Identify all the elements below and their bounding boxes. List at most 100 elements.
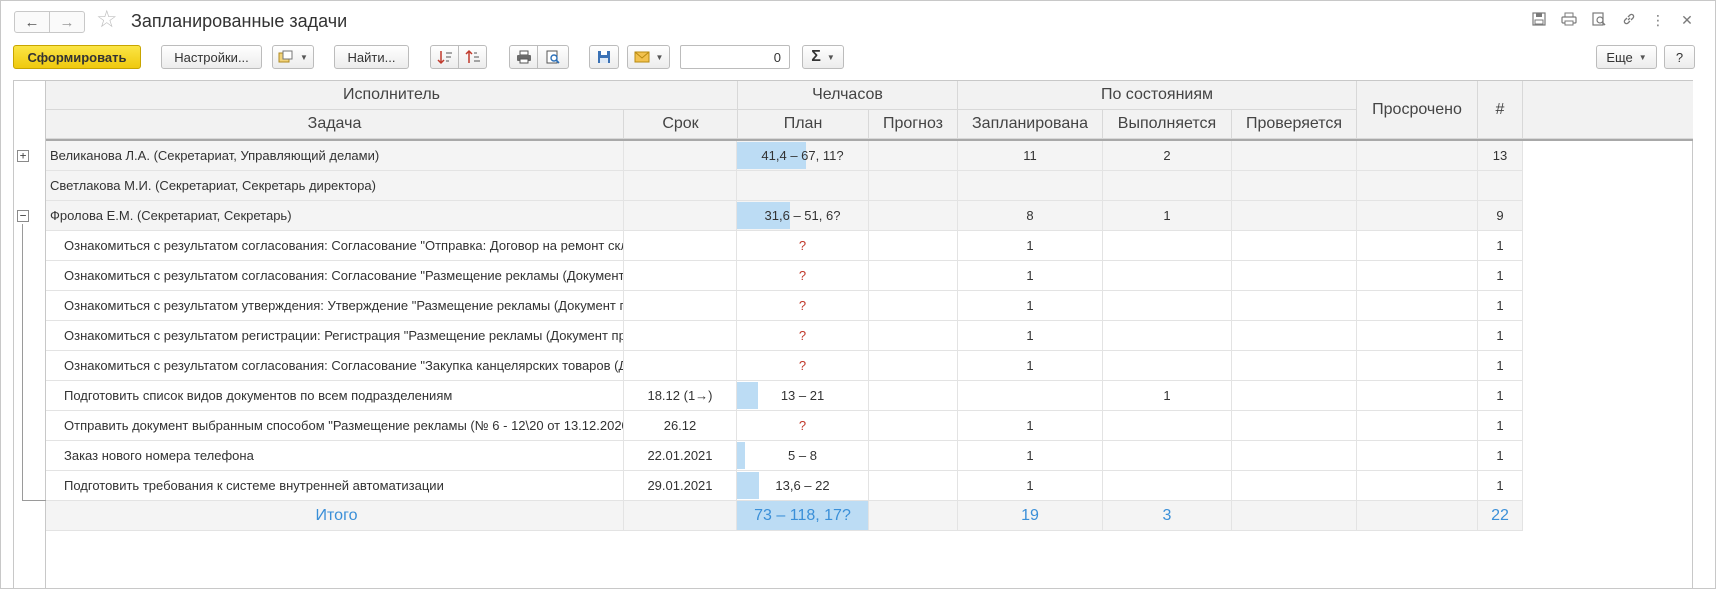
count-cell[interactable]: 1 <box>1478 261 1523 290</box>
help-button[interactable]: ? <box>1664 45 1695 69</box>
header-deadline[interactable]: Срок <box>624 110 738 139</box>
deadline-cell[interactable]: 26.12 <box>624 411 737 440</box>
print-button[interactable] <box>509 45 538 69</box>
header-count[interactable]: # <box>1478 81 1523 139</box>
task-row[interactable]: Подготовить требования к системе внутрен… <box>46 471 1523 501</box>
planned-cell[interactable]: 1 <box>958 471 1103 500</box>
executor-name[interactable]: Фролова Е.М. (Секретариат, Секретарь) <box>46 201 624 230</box>
plan-cell[interactable]: ? <box>737 231 869 260</box>
planned-cell[interactable]: 8 <box>958 201 1103 230</box>
back-button[interactable]: ← <box>14 11 50 33</box>
in-progress-cell[interactable] <box>1103 171 1232 200</box>
checking-cell[interactable] <box>1232 261 1357 290</box>
forward-button[interactable]: → <box>49 11 85 33</box>
count-cell[interactable]: 1 <box>1478 351 1523 380</box>
in-progress-cell[interactable]: 1 <box>1103 201 1232 230</box>
task-name[interactable]: Заказ нового номера телефона <box>46 441 624 470</box>
overdue-cell[interactable] <box>1357 201 1478 230</box>
sort-asc-button[interactable] <box>430 45 459 69</box>
count-cell[interactable]: 1 <box>1478 291 1523 320</box>
plan-cell[interactable]: ? <box>737 261 869 290</box>
count-cell[interactable]: 1 <box>1478 471 1523 500</box>
header-overdue[interactable]: Просрочено <box>1357 81 1478 139</box>
in-progress-cell[interactable] <box>1103 471 1232 500</box>
send-mail-button[interactable]: ▼ <box>627 45 670 69</box>
variant-button[interactable]: ▼ <box>272 45 314 69</box>
deadline-cell[interactable]: 18.12 (1→) <box>624 381 737 410</box>
group-row[interactable]: Светлакова М.И. (Секретариат, Секретарь … <box>46 171 1523 201</box>
plan-cell[interactable]: ? <box>737 291 869 320</box>
count-cell[interactable] <box>1478 171 1523 200</box>
count-cell[interactable]: 1 <box>1478 231 1523 260</box>
planned-cell[interactable]: 1 <box>958 231 1103 260</box>
header-in-progress[interactable]: Выполняется <box>1103 110 1232 139</box>
settings-button[interactable]: Настройки... <box>161 45 262 69</box>
deadline-cell[interactable] <box>624 231 737 260</box>
task-row[interactable]: Подготовить список видов документов по в… <box>46 381 1523 411</box>
forecast-cell[interactable] <box>869 441 958 470</box>
overdue-cell[interactable] <box>1357 231 1478 260</box>
count-cell[interactable]: 9 <box>1478 201 1523 230</box>
checking-cell[interactable] <box>1232 201 1357 230</box>
save-button[interactable] <box>589 45 619 69</box>
task-name[interactable]: Ознакомиться с результатом согласования:… <box>46 351 624 380</box>
deadline-cell[interactable] <box>624 201 737 230</box>
forecast-cell[interactable] <box>869 231 958 260</box>
in-progress-cell[interactable] <box>1103 441 1232 470</box>
forecast-cell[interactable] <box>869 471 958 500</box>
in-progress-cell[interactable]: 1 <box>1103 381 1232 410</box>
total-forecast[interactable] <box>869 501 958 530</box>
plan-cell[interactable]: 13,6 – 22 <box>737 471 869 500</box>
forecast-cell[interactable] <box>869 201 958 230</box>
in-progress-cell[interactable] <box>1103 411 1232 440</box>
task-name[interactable]: Ознакомиться с результатом утверждения: … <box>46 291 624 320</box>
task-name[interactable]: Ознакомиться с результатом регистрации: … <box>46 321 624 350</box>
deadline-cell[interactable] <box>624 141 737 170</box>
checking-cell[interactable] <box>1232 351 1357 380</box>
header-plan[interactable]: План <box>738 110 869 139</box>
plan-cell[interactable]: ? <box>737 351 869 380</box>
task-row[interactable]: Отправить документ выбранным способом "Р… <box>46 411 1523 441</box>
plan-cell[interactable]: 41,4 – 67, 11? <box>737 141 869 170</box>
planned-cell[interactable]: 11 <box>958 141 1103 170</box>
count-cell[interactable]: 1 <box>1478 411 1523 440</box>
print-icon[interactable] <box>1560 12 1578 29</box>
count-cell[interactable]: 1 <box>1478 381 1523 410</box>
count-cell[interactable]: 1 <box>1478 441 1523 470</box>
checking-cell[interactable] <box>1232 411 1357 440</box>
task-row[interactable]: Заказ нового номера телефона 22.01.2021 5 … <box>46 441 1523 471</box>
forecast-cell[interactable] <box>869 141 958 170</box>
close-icon[interactable]: ✕ <box>1678 12 1696 29</box>
plan-cell[interactable]: ? <box>737 321 869 350</box>
overdue-cell[interactable] <box>1357 141 1478 170</box>
overdue-cell[interactable] <box>1357 381 1478 410</box>
task-name[interactable]: Отправить документ выбранным способом "Р… <box>46 411 624 440</box>
group-row[interactable]: Фролова Е.М. (Секретариат, Секретарь) 31,… <box>46 201 1523 231</box>
deadline-cell[interactable] <box>624 171 737 200</box>
header-checking[interactable]: Проверяется <box>1232 110 1357 139</box>
checking-cell[interactable] <box>1232 471 1357 500</box>
planned-cell[interactable]: 1 <box>958 441 1103 470</box>
count-cell[interactable]: 1 <box>1478 321 1523 350</box>
in-progress-cell[interactable]: 2 <box>1103 141 1232 170</box>
plan-cell[interactable]: ? <box>737 411 869 440</box>
planned-cell[interactable]: 1 <box>958 291 1103 320</box>
overdue-cell[interactable] <box>1357 351 1478 380</box>
total-checking[interactable] <box>1232 501 1357 530</box>
checking-cell[interactable] <box>1232 291 1357 320</box>
sort-desc-button[interactable] <box>458 45 487 69</box>
preview-button[interactable] <box>537 45 569 69</box>
checking-cell[interactable] <box>1232 171 1357 200</box>
total-count[interactable]: 22 <box>1478 501 1523 530</box>
favorite-star-icon[interactable]: ☆ <box>96 8 118 32</box>
collapse-icon[interactable]: − <box>17 210 29 222</box>
overdue-cell[interactable] <box>1357 471 1478 500</box>
total-label[interactable]: Итого <box>46 501 624 530</box>
plan-cell[interactable]: 13 – 21 <box>737 381 869 410</box>
plan-cell[interactable]: 5 – 8 <box>737 441 869 470</box>
total-plan[interactable]: 73 – 118, 17? <box>737 501 869 530</box>
header-forecast[interactable]: Прогноз <box>869 110 958 139</box>
planned-cell[interactable] <box>958 381 1103 410</box>
forecast-cell[interactable] <box>869 411 958 440</box>
task-row[interactable]: Ознакомиться с результатом утверждения: … <box>46 291 1523 321</box>
